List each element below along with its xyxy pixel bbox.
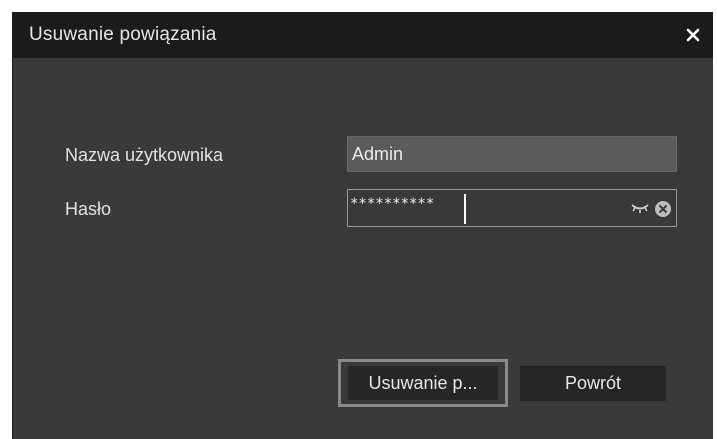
clear-circle-icon[interactable] <box>654 200 672 218</box>
close-icon <box>686 28 700 42</box>
eye-closed-icon[interactable] <box>630 201 650 213</box>
delete-binding-button[interactable]: Usuwanie p... <box>338 359 508 407</box>
password-label: Hasło <box>65 199 112 219</box>
username-field[interactable]: Admin <box>347 136 677 172</box>
text-cursor <box>464 194 466 224</box>
username-label: Nazwa użytkownika <box>65 145 224 165</box>
title-bar: Usuwanie powiązania <box>13 13 713 58</box>
password-value: ********** <box>350 196 435 212</box>
password-field[interactable]: ********** <box>347 189 677 227</box>
unlink-dialog: Usuwanie powiązania Nazwa użytkownika Ad… <box>12 12 713 439</box>
back-button[interactable]: Powrót <box>520 366 666 401</box>
delete-binding-label: Usuwanie p... <box>348 366 498 400</box>
close-button[interactable] <box>677 19 709 51</box>
dialog-title: Usuwanie powiązania <box>29 24 217 45</box>
